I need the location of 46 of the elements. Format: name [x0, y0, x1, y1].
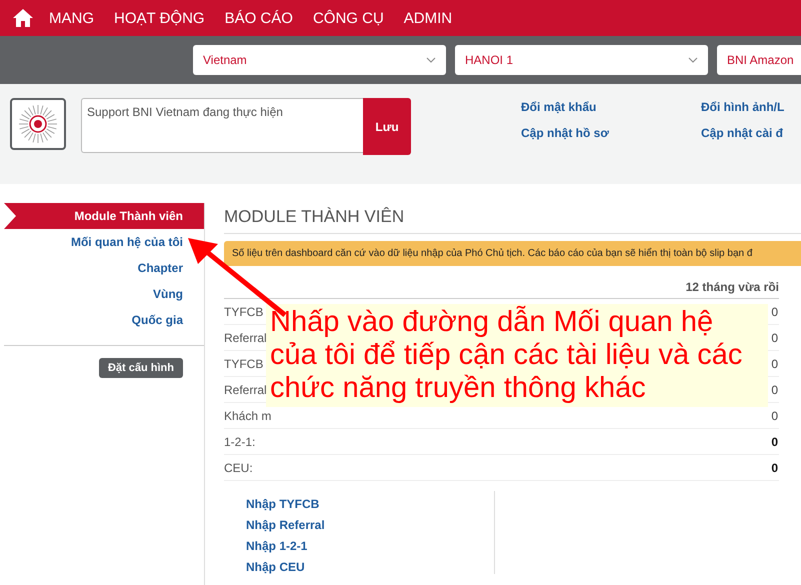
nav-menu-item[interactable]: HOẠT ĐỘNG	[114, 10, 205, 26]
sidebar-item[interactable]: Mối quan hệ của tôi	[70, 229, 183, 255]
profile-link[interactable]: Đổi mật khẩu	[521, 100, 701, 114]
dropdown-select[interactable]: HANOI 1	[455, 45, 708, 75]
row-label: Referral	[224, 382, 267, 396]
chevron-down-icon	[426, 57, 436, 63]
row-label: CEU:	[224, 460, 253, 474]
entry-link[interactable]: Nhập 1-2-1	[246, 539, 494, 553]
status-field[interactable]: Support BNI Vietnam đang thực hiện	[81, 98, 364, 153]
nav-menu-item[interactable]: ADMIN	[404, 10, 452, 26]
row-value: 0	[771, 382, 779, 396]
sidebar-item[interactable]: Vùng	[153, 281, 183, 307]
row-value: 0	[771, 434, 779, 448]
row-label: Referral	[224, 330, 267, 344]
profile-link[interactable]: Cập nhật hồ sơ	[521, 126, 701, 140]
sidebar-item[interactable]: Quốc gia	[132, 307, 183, 333]
row-value: 0	[771, 304, 779, 318]
nav-menu-item[interactable]: BÁO CÁO	[224, 10, 293, 26]
annotation-callout: Nhấp vào đường dẫn Mối quan hệ của tôi để tiếp cận các tài liệu và các chức năng truyền thông khác	[266, 304, 768, 407]
row-value: 0	[771, 460, 779, 474]
row-label: TYFCB	[224, 304, 264, 318]
save-button[interactable]: Lưu	[363, 98, 411, 155]
row-label: 1-2-1:	[224, 434, 256, 448]
row-value: 0	[771, 330, 779, 344]
dropdown-select[interactable]: BNI Amazon	[717, 45, 801, 75]
row-label: TYFCB	[224, 356, 264, 370]
dropdown-select[interactable]: Vietnam	[193, 45, 446, 75]
entry-link[interactable]: Nhập Referral	[246, 518, 494, 532]
row-value: 0	[771, 356, 779, 370]
nav-menu-item[interactable]: MANG	[49, 10, 94, 26]
entry-link[interactable]: Nhập CEU	[246, 560, 494, 574]
page-title: MODULE THÀNH VIÊN	[224, 203, 801, 234]
nav-menu-item[interactable]: CÔNG CỤ	[312, 10, 384, 26]
sidebar-item[interactable]: Chapter	[138, 255, 183, 281]
profile-link[interactable]: Cập nhật cài đ	[701, 126, 801, 140]
config-button[interactable]: Đặt cấu hình	[98, 358, 183, 378]
logo-icon	[10, 98, 66, 150]
column-header: 12 tháng vừa rồi	[686, 280, 779, 294]
home-icon[interactable]	[13, 9, 33, 27]
row-value: 0	[771, 408, 779, 422]
profile-link[interactable]: Đổi hình ảnh/L	[701, 100, 801, 114]
chevron-down-icon	[688, 57, 698, 63]
sidebar-item[interactable]: Module Thành viên	[4, 203, 204, 229]
row-label: Khách m	[224, 408, 272, 422]
notice-banner: Số liệu trên dashboard căn cứ vào dữ liệu nhập của Phó Chủ tịch. Các báo cáo của bạn sẽ hiển thị toàn bộ slip bạn đ	[224, 241, 801, 266]
entry-link[interactable]: Nhập TYFCB	[246, 497, 494, 511]
